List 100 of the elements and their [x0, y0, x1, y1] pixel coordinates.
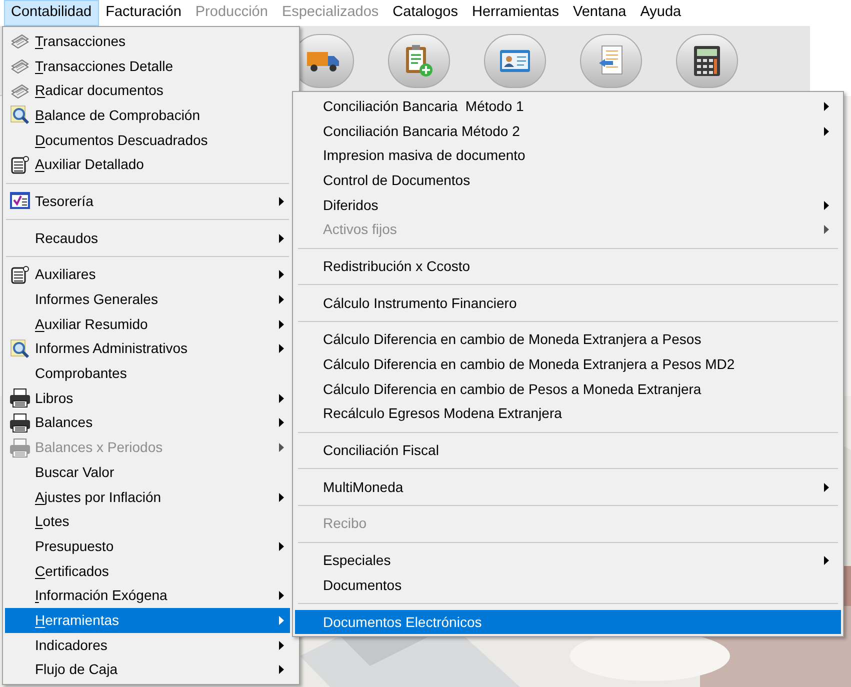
menu-bar-item[interactable]: Ayuda — [633, 0, 688, 26]
menu-item[interactable]: Auxiliares — [5, 262, 290, 288]
menu-item-label: Presupuesto — [35, 538, 114, 554]
menu-item[interactable]: Documentos Electrónicos — [295, 610, 841, 634]
submenu-arrow-icon — [824, 102, 829, 111]
menu-item[interactable]: Balance de Comprobación — [5, 103, 290, 128]
calculator-icon — [693, 44, 721, 76]
menu-item[interactable]: Flujo de Caja — [5, 658, 290, 682]
menu-bar-item[interactable]: Catalogos — [386, 0, 465, 26]
menu-item-label: Ajustes por Inflación — [35, 488, 162, 505]
menu-item-label: Control de Documentos — [323, 172, 470, 188]
menu-item[interactable]: Certificados — [5, 558, 290, 584]
menu-item-label: Cálculo Diferencia en cambio de Moneda Extranjera a Pesos — [323, 331, 702, 348]
submenu-arrow-icon — [824, 126, 829, 136]
menu-item-label: Balances — [35, 414, 93, 430]
submenu-arrow-icon — [279, 591, 284, 600]
printer-icon — [9, 438, 31, 458]
menu-item[interactable]: Auxiliar Resumido — [5, 312, 290, 337]
menu-item[interactable]: Tesorería — [5, 189, 290, 214]
magnifier-icon — [10, 338, 30, 359]
ledger-icon — [10, 264, 30, 285]
menu-item[interactable]: Conciliación Bancaria Método 2 — [295, 118, 841, 144]
menu-item[interactable]: Documentos — [295, 573, 841, 598]
menu-item-label: Auxiliar Detallado — [35, 156, 144, 172]
menu-item[interactable]: Diferidos — [295, 192, 841, 218]
menu-item[interactable]: Balances — [5, 410, 290, 436]
menu-item[interactable]: Herramientas — [5, 608, 290, 633]
submenu-arrow-icon — [279, 196, 284, 206]
toolbar-button[interactable] — [676, 34, 738, 88]
submenu-arrow-icon — [279, 344, 284, 354]
menu-item-label: Conciliación Fiscal — [323, 442, 439, 458]
menu-item-label: Información Exógena — [35, 587, 168, 604]
menu-item[interactable]: Recaudos — [5, 226, 290, 250]
menu-item[interactable]: MultiMoneda — [295, 474, 841, 500]
submenu-arrow-icon — [279, 234, 284, 243]
menu-item-label: Radicar documentos — [35, 82, 164, 98]
menu-item[interactable]: Informes Generales — [5, 287, 290, 312]
submenu-arrow-icon — [824, 225, 829, 234]
menu-item-label: Documentos — [323, 576, 402, 593]
menu-item-label: Redistribución x Ccosto — [323, 258, 470, 274]
toolbar-button[interactable] — [388, 34, 450, 88]
menu-item-label: Cálculo Instrumento Financiero — [323, 294, 517, 311]
menu-item-label: Balance de Comprobación — [35, 106, 200, 123]
menu-bar-item[interactable]: Ventana — [566, 0, 634, 26]
submenu-arrow-icon — [279, 295, 284, 304]
menu-bar-item[interactable]: Herramientas — [464, 0, 566, 26]
menu-item[interactable]: Cálculo Diferencia en cambio de Pesos a Moneda Extranjera — [295, 376, 841, 402]
id-card-icon — [499, 48, 531, 74]
menu-item-label: Activos fijos — [323, 221, 397, 238]
menu-item[interactable]: Indicadores — [5, 632, 290, 658]
menu-item[interactable]: Información Exógena — [5, 583, 290, 608]
menu-item[interactable]: Radicar documentos — [5, 78, 290, 104]
menu-item[interactable]: Conciliación Fiscal — [295, 438, 841, 463]
submenu-arrow-icon — [279, 443, 284, 452]
menu-item[interactable]: Ajustes por Inflación — [5, 484, 290, 510]
menu-item[interactable]: Cálculo Diferencia en cambio de Moneda Extranjera a Pesos MD2 — [295, 352, 841, 377]
submenu-arrow-icon — [279, 394, 284, 403]
papers-icon — [10, 32, 30, 50]
menu-item[interactable]: Auxiliar Detallado — [5, 152, 290, 178]
menu-item[interactable]: Documentos Descuadrados — [5, 128, 290, 152]
menu-item-label: Herramientas — [35, 612, 120, 628]
menu-item[interactable]: Cálculo Instrumento Financiero — [295, 290, 841, 316]
printer-icon — [9, 412, 31, 433]
menu-item-label: Indicadores — [35, 636, 108, 653]
menu-item-label: MultiMoneda — [323, 478, 404, 495]
menu-item-label: Documentos Electrónicos — [323, 614, 482, 630]
menu-item-label: Conciliación Bancaria Método 2 — [323, 122, 520, 139]
menu-item-label: Comprobantes — [35, 365, 127, 382]
menu-item[interactable]: Transacciones — [5, 29, 290, 54]
menu-item[interactable]: Libros — [5, 386, 290, 411]
submenu-arrow-icon — [279, 270, 284, 280]
menu-item-label: Documentos Descuadrados — [35, 132, 208, 148]
menu-item-label: Balances x Periodos — [35, 439, 163, 456]
menu-item[interactable]: Impresion masiva de documento — [295, 143, 841, 168]
menu-item-label: Recibo — [323, 515, 367, 532]
papers-icon — [10, 57, 30, 76]
menu-item-label: Certificados — [35, 562, 109, 579]
menu-item[interactable]: Informes Administrativos — [5, 336, 290, 362]
menu-bar-item[interactable]: Facturación — [98, 0, 188, 26]
menu-item[interactable]: Cálculo Diferencia en cambio de Moneda Extranjera a Pesos — [295, 328, 841, 352]
menu-bar-item[interactable]: Contabilidad — [4, 0, 99, 26]
menu-item-label: Transacciones Detalle — [35, 58, 174, 74]
submenu-arrow-icon — [279, 320, 284, 329]
menu-item-label: Cálculo Diferencia en cambio de Moneda Extranjera a Pesos MD2 — [323, 356, 735, 372]
menu-item[interactable]: Recálculo Egresos Modena Extranjera — [295, 402, 841, 426]
ledger-icon — [10, 154, 30, 175]
menu-item[interactable]: Comprobantes — [5, 361, 290, 386]
submenu-arrow-icon — [279, 418, 284, 428]
menu-item[interactable]: Lotes — [5, 509, 290, 534]
menu-item[interactable]: Redistribución x Ccosto — [295, 254, 841, 279]
menu-item[interactable]: Presupuesto — [5, 534, 290, 559]
menu-item[interactable]: Especiales — [295, 548, 841, 573]
menu-item[interactable]: Transacciones Detalle — [5, 54, 290, 78]
menu-item[interactable]: Control de Documentos — [295, 168, 841, 193]
menu-item-label: Informes Generales — [35, 291, 158, 308]
menu-item[interactable]: Conciliación Bancaria Método 1 — [295, 94, 841, 119]
submenu-arrow-icon — [279, 542, 284, 551]
menu-item-label: Transacciones — [35, 32, 126, 49]
menu-item[interactable]: Buscar Valor — [5, 460, 290, 485]
submenu-arrow-icon — [279, 492, 284, 502]
